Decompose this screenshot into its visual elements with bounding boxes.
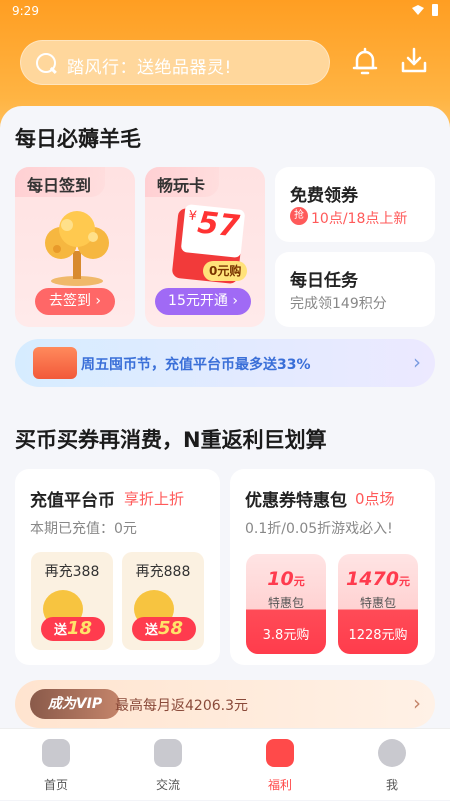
playcard-button[interactable]: 15元开通 › bbox=[155, 288, 251, 315]
nav-label: 我 bbox=[385, 778, 398, 792]
section-title-daily: 每日必薅羊毛 bbox=[15, 127, 141, 151]
status-bar: 9:29 bbox=[0, 0, 450, 22]
vip-text: 最高每月返4206.3元 bbox=[115, 698, 248, 714]
pack-amount: 10元 bbox=[267, 568, 305, 590]
pack-name: 特惠包 bbox=[267, 596, 304, 610]
nav-me[interactable]: 我 bbox=[336, 729, 448, 801]
coupon-pack-10[interactable]: 10元 特惠包 3.8元购 bbox=[246, 554, 326, 654]
recharge-option-388[interactable]: 再充388 送18 bbox=[31, 552, 113, 650]
recharge-option-label: 再充388 bbox=[44, 564, 100, 580]
coupon-pack-subtitle: 0.1折/0.05折游戏必入! bbox=[245, 521, 393, 537]
promo-banner[interactable]: 周五囤币节，充值平台币最多送33% › bbox=[15, 339, 435, 387]
grab-badge: 抢 bbox=[290, 207, 308, 225]
treasure-chest-icon bbox=[33, 347, 77, 379]
checkin-button[interactable]: 去签到 › bbox=[35, 288, 115, 315]
pack-price: 3.8元购 bbox=[262, 628, 310, 643]
daily-task-card[interactable]: 每日任务 完成领149积分 bbox=[275, 252, 435, 327]
chat-icon bbox=[154, 739, 182, 767]
gift-icon bbox=[266, 739, 294, 767]
pack-name: 特惠包 bbox=[359, 596, 396, 610]
recharge-tag: 享折上折 bbox=[124, 490, 185, 508]
search-icon bbox=[36, 53, 56, 73]
home-icon bbox=[42, 739, 70, 767]
nav-community[interactable]: 交流 bbox=[112, 729, 224, 801]
bonus-badge: 送18 bbox=[41, 617, 105, 641]
status-time: 9:29 bbox=[12, 4, 39, 18]
nav-label: 交流 bbox=[155, 778, 180, 792]
pack-amount: 1470元 bbox=[346, 568, 410, 590]
vip-badge: 成为VIP bbox=[30, 689, 120, 719]
vip-banner[interactable]: 成为VIP 最高每月返4206.3元 › bbox=[15, 680, 435, 728]
wifi-icon bbox=[412, 5, 424, 15]
daily-task-subtitle: 完成领149积分 bbox=[290, 296, 387, 312]
daily-task-title: 每日任务 bbox=[290, 271, 358, 291]
promo-banner-text: 周五囤币节，充值平台币最多送33% bbox=[81, 357, 311, 373]
nav-home[interactable]: 首页 bbox=[0, 729, 112, 801]
bell-icon[interactable] bbox=[350, 46, 380, 76]
nav-welfare[interactable]: 福利 bbox=[224, 729, 336, 801]
search-placeholder: 踏风行：送绝品器灵! bbox=[67, 58, 232, 78]
recharge-title: 充值平台币 bbox=[30, 491, 115, 511]
section-title-rebate: 买币买券再消费，N重返利巨划算 bbox=[15, 428, 327, 452]
bonus-badge: 送58 bbox=[132, 617, 196, 641]
coupon-pack-title: 优惠券特惠包 bbox=[245, 491, 347, 511]
pack-price: 1228元购 bbox=[348, 628, 408, 643]
checkin-title: 每日签到 bbox=[15, 167, 106, 197]
recharge-option-888[interactable]: 再充888 送58 bbox=[122, 552, 204, 650]
coupon-pack-1470[interactable]: 1470元 特惠包 1228元购 bbox=[338, 554, 418, 654]
free-badge: 0元购 bbox=[203, 261, 248, 281]
chevron-right-icon: › bbox=[413, 350, 421, 374]
coupon-ticket: ¥ 57 bbox=[180, 203, 246, 259]
nav-label: 首页 bbox=[43, 778, 68, 792]
chevron-right-icon: › bbox=[413, 691, 421, 715]
recharge-option-label: 再充888 bbox=[135, 564, 191, 580]
search-bar[interactable]: 踏风行：送绝品器灵! bbox=[20, 40, 330, 85]
playcard-title: 畅玩卡 bbox=[145, 167, 220, 197]
playcard-card[interactable]: 畅玩卡 ¥ 57 0元购 15元开通 › bbox=[145, 167, 265, 327]
money-tree-icon bbox=[45, 211, 109, 286]
profile-icon bbox=[378, 739, 406, 767]
recharge-subtitle: 本期已充值：0元 bbox=[30, 521, 137, 537]
free-coupon-title: 免费领券 bbox=[290, 186, 358, 206]
nav-label: 福利 bbox=[267, 778, 292, 792]
coupon-pack-tag: 0点场 bbox=[355, 490, 395, 508]
battery-icon bbox=[432, 4, 438, 16]
free-coupon-card[interactable]: 免费领券 抢 10点/18点上新 bbox=[275, 167, 435, 242]
checkin-card[interactable]: 每日签到 去签到 › bbox=[15, 167, 135, 327]
bottom-nav: 首页 交流 福利 我 bbox=[0, 728, 450, 800]
free-coupon-subtitle: 10点/18点上新 bbox=[311, 211, 408, 227]
download-icon[interactable] bbox=[399, 46, 429, 76]
